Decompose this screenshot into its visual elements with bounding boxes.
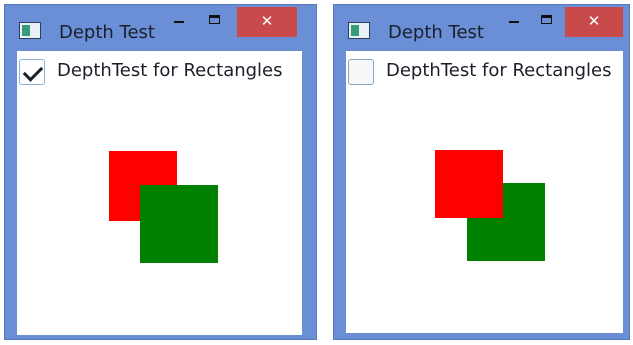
maximize-button[interactable] <box>205 11 225 31</box>
minimize-button[interactable] <box>169 11 189 31</box>
depthtest-checkbox[interactable] <box>348 59 374 85</box>
checkmark-icon <box>22 61 44 82</box>
depthtest-checkbox-label[interactable]: DepthTest for Rectangles <box>57 60 283 82</box>
depth-test-window-left: Depth Test ✕ DepthTest for Rectangles <box>4 4 317 340</box>
close-button[interactable]: ✕ <box>565 7 623 37</box>
red-rectangle <box>435 150 503 218</box>
close-button[interactable]: ✕ <box>237 7 297 37</box>
title-bar[interactable]: Depth Test ✕ <box>334 5 629 49</box>
app-window-icon <box>19 22 41 39</box>
minimize-button[interactable] <box>504 11 524 31</box>
depth-test-window-right: Depth Test ✕ DepthTest for Rectangles <box>333 4 630 340</box>
depthtest-checkbox[interactable] <box>19 59 45 85</box>
app-window-icon <box>348 22 370 39</box>
window-content: DepthTest for Rectangles <box>17 51 302 335</box>
window-title: Depth Test <box>388 22 484 43</box>
title-bar[interactable]: Depth Test ✕ <box>5 5 316 49</box>
window-title: Depth Test <box>59 22 155 43</box>
green-rectangle <box>140 185 218 263</box>
depthtest-checkbox-label[interactable]: DepthTest for Rectangles <box>386 60 612 82</box>
maximize-button[interactable] <box>537 11 557 31</box>
window-content: DepthTest for Rectangles <box>346 51 623 333</box>
